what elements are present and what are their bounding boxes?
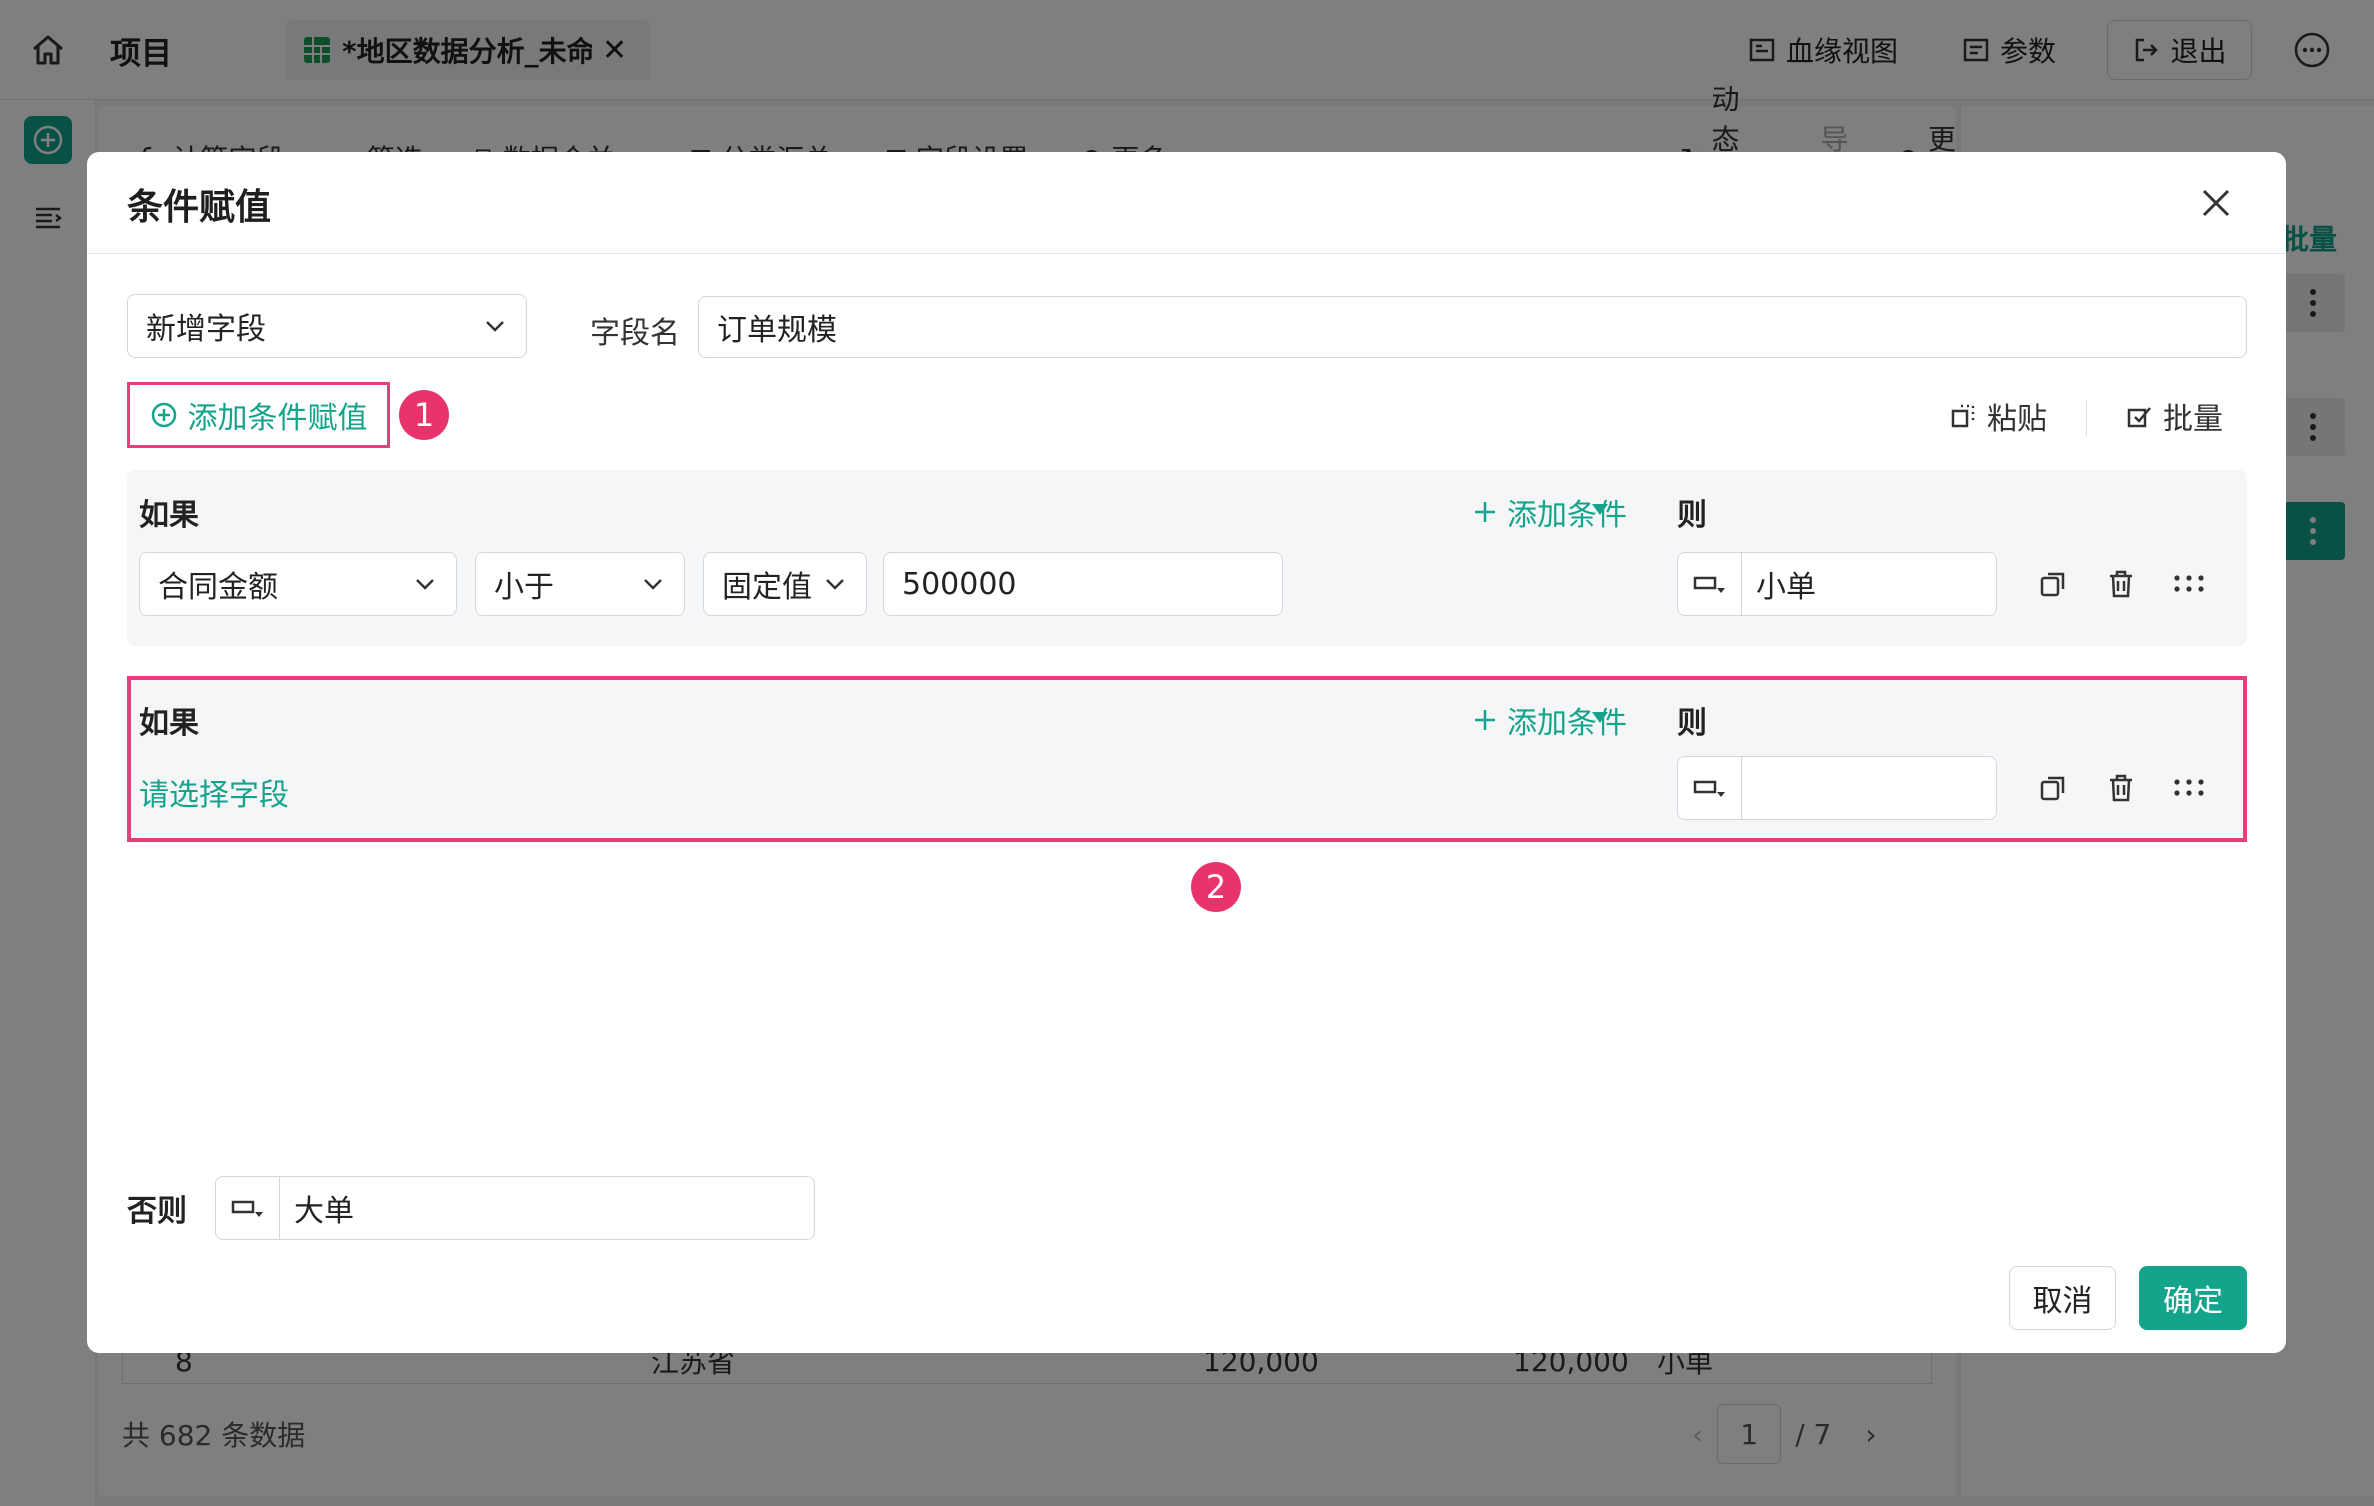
else-label: 否则 xyxy=(127,1194,187,1229)
value-type-select[interactable]: 固定值 xyxy=(703,552,867,616)
chevron-down-icon xyxy=(638,569,668,599)
add-condition-label: 添加条件 xyxy=(1507,706,1627,741)
chevron-down-icon xyxy=(480,311,510,341)
field-mode-value: 新增字段 xyxy=(146,312,266,347)
if-label: 如果 xyxy=(139,498,199,533)
paste-label: 粘贴 xyxy=(1987,402,2047,437)
chevron-down-icon xyxy=(410,569,440,599)
copy-icon[interactable] xyxy=(2033,564,2073,604)
field-name-value: 订单规模 xyxy=(717,313,837,348)
add-condition-label: 添加条件 xyxy=(1507,498,1627,533)
plus-circle-icon xyxy=(150,401,178,429)
copy-icon[interactable] xyxy=(2033,768,2073,808)
paste-icon xyxy=(1949,402,1977,430)
else-value: 大单 xyxy=(294,1194,354,1229)
dialog-header: 条件赋值 xyxy=(87,152,2286,254)
bulk-edit-icon xyxy=(2125,402,2153,430)
value-type-icon[interactable] xyxy=(216,1177,280,1239)
field-name-input[interactable]: 订单规模 xyxy=(698,296,2247,358)
rule-block-2: 如果 添加条件 则 请选择字段 xyxy=(127,676,2247,842)
else-value-input[interactable]: 大单 xyxy=(215,1176,815,1240)
divider xyxy=(2086,400,2087,436)
caret-down-icon[interactable] xyxy=(1592,712,1608,723)
condition-field-select[interactable]: 合同金额 xyxy=(139,552,457,616)
annotation-badge-1: 1 xyxy=(399,390,449,440)
chevron-down-icon xyxy=(820,569,850,599)
result-input[interactable]: 小单 xyxy=(1677,552,1997,616)
then-label: 则 xyxy=(1677,706,1707,741)
drag-handle-icon[interactable] xyxy=(2169,768,2209,808)
ok-button[interactable]: 确定 xyxy=(2139,1266,2247,1330)
result-value xyxy=(1742,757,1996,819)
cancel-button[interactable]: 取消 xyxy=(2009,1266,2116,1330)
rule-block-1: 如果 添加条件 则 合同金额 小于 固定值 500000 小单 xyxy=(127,470,2247,646)
drag-handle-icon[interactable] xyxy=(2169,564,2209,604)
trash-icon[interactable] xyxy=(2101,768,2141,808)
value-type-icon[interactable] xyxy=(1678,553,1742,615)
operator-select[interactable]: 小于 xyxy=(475,552,685,616)
value-type-icon[interactable] xyxy=(1678,757,1742,819)
operator-value: 小于 xyxy=(494,570,554,605)
close-icon[interactable] xyxy=(2199,186,2233,220)
select-field-link[interactable]: 请选择字段 xyxy=(139,770,289,814)
add-assignment-button[interactable]: 添加条件赋值 xyxy=(127,382,390,448)
result-input[interactable] xyxy=(1677,756,1997,820)
plus-icon xyxy=(1471,706,1499,734)
field-name-label: 字段名 xyxy=(590,316,680,351)
field-mode-select[interactable]: 新增字段 xyxy=(127,294,527,358)
value-type-value: 固定值 xyxy=(722,570,812,605)
paste-button[interactable]: 粘贴 xyxy=(1949,394,2047,438)
annotation-badge-2: 2 xyxy=(1191,862,1241,912)
condition-assign-dialog: 条件赋值 新增字段 字段名 订单规模 添加条件赋值 1 粘贴 批量 如果 添加条… xyxy=(87,152,2286,1353)
bulk-label: 批量 xyxy=(2163,402,2223,437)
if-label: 如果 xyxy=(139,706,199,741)
dialog-title: 条件赋值 xyxy=(127,187,272,228)
result-value: 小单 xyxy=(1756,570,1816,605)
condition-value-input[interactable]: 500000 xyxy=(883,552,1283,616)
bulk-button[interactable]: 批量 xyxy=(2125,394,2223,438)
condition-value: 500000 xyxy=(902,566,1017,602)
caret-down-icon[interactable] xyxy=(1592,504,1608,515)
trash-icon[interactable] xyxy=(2101,564,2141,604)
then-label: 则 xyxy=(1677,498,1707,533)
plus-icon xyxy=(1471,498,1499,526)
condition-field-value: 合同金额 xyxy=(158,570,278,605)
add-assignment-label: 添加条件赋值 xyxy=(187,401,368,436)
